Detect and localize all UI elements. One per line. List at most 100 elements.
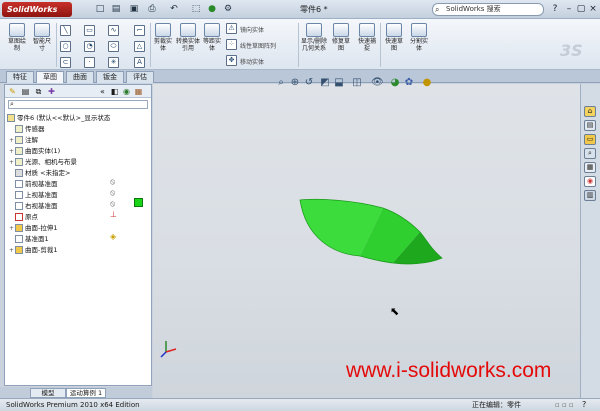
tree-item[interactable]: 原点 bbox=[9, 212, 38, 222]
zoom-area-icon[interactable]: ⊕ bbox=[289, 77, 301, 89]
appearances-icon[interactable]: ◉ bbox=[584, 176, 596, 187]
search-results-icon[interactable]: ⌕ bbox=[584, 148, 596, 159]
appearance-icon[interactable]: ◉ bbox=[121, 86, 132, 97]
linear-pattern-icon[interactable]: ⁘ bbox=[226, 39, 237, 50]
surface-body-icon bbox=[15, 147, 23, 155]
mirror-entities-label[interactable]: 镜向实体 bbox=[240, 25, 264, 34]
repair-sketch-button[interactable]: 修复草图 bbox=[330, 23, 352, 52]
leaf-surface[interactable] bbox=[298, 198, 448, 270]
new-document-icon[interactable]: □ bbox=[94, 3, 106, 15]
tree-item[interactable]: 基准面1 bbox=[9, 234, 49, 244]
move-entities-label[interactable]: 移动实体 bbox=[240, 57, 264, 66]
quick-snap-button[interactable]: 快速捕捉 bbox=[356, 23, 378, 52]
help-icon[interactable]: ? bbox=[582, 399, 586, 411]
tab-evaluate[interactable]: 评估 bbox=[126, 71, 154, 83]
previous-view-icon[interactable]: ↺ bbox=[303, 77, 315, 89]
polygon-icon[interactable]: △ bbox=[134, 41, 145, 52]
collapse-icon[interactable]: « bbox=[97, 86, 108, 97]
tree-item[interactable]: + 曲面-拉伸1 bbox=[9, 223, 57, 234]
close-button[interactable]: × bbox=[586, 3, 600, 15]
search-input[interactable]: ⌕ SolidWorks 搜索 bbox=[432, 3, 544, 16]
tree-root[interactable]: 零件6 (默认<<默认>_显示状态 bbox=[7, 113, 110, 123]
tree-item[interactable]: 前视基准面 bbox=[9, 179, 58, 189]
trim-button[interactable]: 剪裁实体 bbox=[152, 23, 174, 52]
tab-model[interactable]: 模型 bbox=[30, 388, 66, 398]
convert-entities-button[interactable]: 转换实体引用 bbox=[176, 23, 200, 52]
tree-item[interactable]: + 注解 bbox=[9, 135, 38, 146]
tree-item[interactable]: + 曲面-剪裁1 bbox=[9, 245, 57, 256]
tree-item[interactable]: 右视基准面 bbox=[9, 201, 58, 211]
zoom-to-fit-icon[interactable]: ⌕ bbox=[275, 77, 287, 89]
view-orientation-icon[interactable]: ⬓ bbox=[333, 77, 345, 89]
property-manager-icon[interactable]: ▤ bbox=[20, 86, 31, 97]
rebuild-icon[interactable]: ● bbox=[206, 3, 218, 15]
offset-button[interactable]: 等距实体 bbox=[202, 23, 222, 52]
arc-icon[interactable]: ◔ bbox=[84, 41, 95, 52]
dimxpert-icon[interactable]: ✚ bbox=[46, 86, 57, 97]
save-icon[interactable]: ▣ bbox=[128, 3, 140, 15]
line-icon[interactable]: ╲ bbox=[60, 25, 71, 36]
custom-properties-icon[interactable]: ▥ bbox=[584, 190, 596, 201]
solidworks-logo[interactable]: SolidWorks bbox=[2, 2, 72, 17]
open-icon[interactable]: ▤ bbox=[110, 3, 122, 15]
rectangle-icon[interactable]: ▭ bbox=[84, 25, 95, 36]
solidworks-resources-icon[interactable]: ⌂ bbox=[584, 106, 596, 117]
hide-show-icon[interactable]: 👁 bbox=[371, 77, 384, 89]
spline-icon[interactable]: ∿ bbox=[108, 25, 119, 36]
options-icon[interactable]: ⚙ bbox=[222, 3, 234, 15]
move-entities-icon[interactable]: ✥ bbox=[226, 55, 237, 66]
tree-item-label: 前视基准面 bbox=[25, 180, 58, 188]
display-relations-button[interactable]: 显示/删除几何关系 bbox=[300, 23, 328, 52]
tab-sheet-metal[interactable]: 钣金 bbox=[96, 71, 124, 83]
select-icon[interactable]: ⬚ bbox=[190, 3, 202, 15]
tree-item[interactable]: 上视基准面 bbox=[9, 190, 58, 200]
hidden-plane-icon[interactable]: ⦸ bbox=[110, 188, 115, 198]
configuration-manager-icon[interactable]: ⧉ bbox=[33, 86, 44, 97]
tab-motion-study[interactable]: 运动算例 1 bbox=[66, 388, 106, 398]
rapid-sketch-button[interactable]: 快速草图 bbox=[383, 23, 405, 52]
tree-item[interactable]: 传感器 bbox=[9, 124, 45, 134]
tree-filter-input[interactable]: ⌕ bbox=[8, 100, 148, 109]
scene-icon[interactable]: ▦ bbox=[133, 86, 144, 97]
sensor-icon bbox=[15, 125, 23, 133]
display-pane-icon[interactable]: ◧ bbox=[109, 86, 120, 97]
section-view-icon[interactable]: ◩ bbox=[319, 77, 331, 89]
display-style-icon[interactable]: ◫ bbox=[351, 77, 363, 89]
circle-icon[interactable]: ○ bbox=[60, 41, 71, 52]
plane-visible-icon[interactable]: ◈ bbox=[110, 232, 116, 241]
edit-appearance-icon[interactable]: ◕ bbox=[389, 77, 401, 89]
help-button[interactable]: ? bbox=[548, 3, 562, 15]
graphics-area[interactable]: ⌕ ⊕ ↺ ◩ ⬓ ◫ 👁 ◕ ✿ ● ⬉ www.i-solidworks.c… bbox=[153, 77, 580, 398]
smart-dimension-button[interactable]: 智能尺寸 bbox=[31, 23, 53, 52]
sketch-button[interactable]: 草图绘制 bbox=[6, 23, 28, 52]
view-settings-icon[interactable]: ● bbox=[421, 77, 433, 89]
tree-item[interactable]: + 曲面实体(1) bbox=[9, 146, 60, 157]
apply-scene-icon[interactable]: ✿ bbox=[403, 77, 415, 89]
file-explorer-icon[interactable]: ▭ bbox=[584, 134, 596, 145]
tree-item[interactable]: + 光源、相机与布景 bbox=[9, 157, 77, 168]
view-palette-icon[interactable]: ▦ bbox=[584, 162, 596, 173]
origin-marker-icon[interactable]: ⊥ bbox=[110, 210, 117, 219]
tab-surfaces[interactable]: 曲面 bbox=[66, 71, 94, 83]
design-library-icon[interactable]: ▤ bbox=[584, 120, 596, 131]
point-icon[interactable]: · bbox=[84, 57, 95, 68]
undo-icon[interactable]: ↶ bbox=[168, 3, 180, 15]
tab-sketch[interactable]: 草图 bbox=[36, 71, 64, 83]
split-entities-button[interactable]: 分割实体 bbox=[408, 23, 430, 52]
linear-pattern-label[interactable]: 线性草图阵列 bbox=[240, 41, 276, 50]
slot-icon[interactable]: ⊂ bbox=[60, 57, 71, 68]
sketch-fillet-icon[interactable]: ⌐ bbox=[134, 25, 145, 36]
text-icon[interactable]: A bbox=[134, 57, 145, 68]
ellipse-icon[interactable]: ⬭ bbox=[108, 41, 119, 52]
hidden-plane-icon[interactable]: ⦸ bbox=[110, 177, 115, 187]
centerline-icon[interactable]: ✳ bbox=[108, 57, 119, 68]
hidden-plane-icon[interactable]: ⦸ bbox=[110, 199, 115, 209]
reference-triad-icon bbox=[160, 341, 177, 358]
print-icon[interactable]: ⎙ bbox=[146, 3, 158, 15]
feature-tree-tab-icon[interactable]: ✎ bbox=[7, 86, 18, 97]
mirror-icon[interactable]: ⚠ bbox=[226, 23, 237, 34]
offset-icon bbox=[204, 23, 220, 37]
tab-features[interactable]: 特征 bbox=[6, 71, 34, 83]
sketch-label: 草图绘制 bbox=[7, 38, 26, 52]
tree-item[interactable]: 材质 <未指定> bbox=[9, 168, 70, 178]
